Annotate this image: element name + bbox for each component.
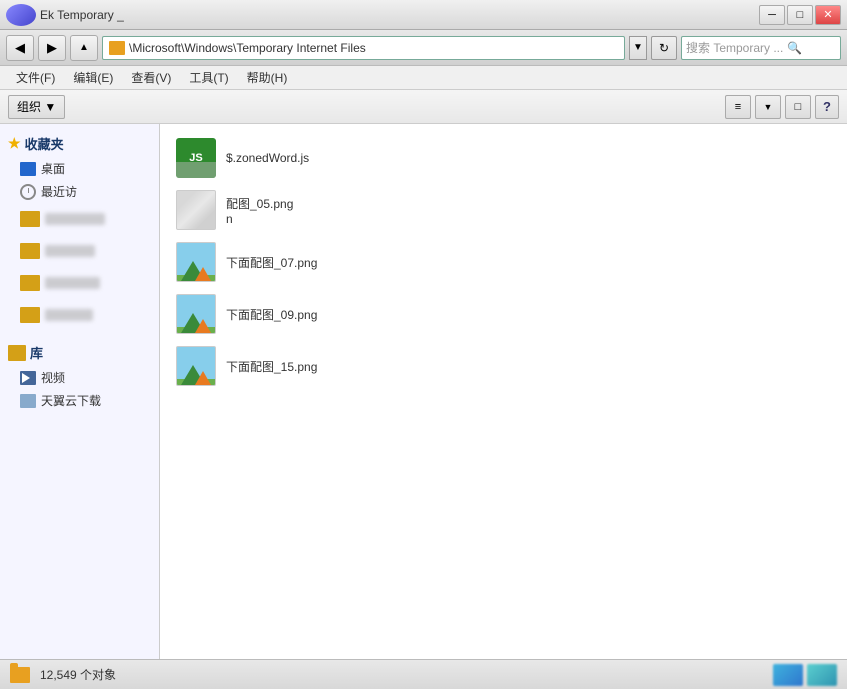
title-bar-buttons: ─ □ ✕ — [759, 5, 841, 25]
menu-file[interactable]: 文件(F) — [8, 67, 63, 88]
blurred-item-4 — [0, 299, 159, 331]
blurred-folder-icon-2 — [20, 243, 40, 259]
video-icon — [20, 371, 36, 385]
blurred-item-1 — [0, 203, 159, 235]
png-blurred-icon — [176, 190, 216, 230]
menu-tools[interactable]: 工具(T) — [181, 67, 236, 88]
menu-view[interactable]: 查看(V) — [123, 67, 179, 88]
window-icon: □ — [795, 101, 802, 113]
view-dropdown-icon: ▼ — [764, 102, 773, 112]
view-dropdown-button[interactable]: ▼ — [755, 95, 781, 119]
list-item[interactable]: JS $.zonedWord.js — [160, 132, 847, 184]
blurred-text-1 — [45, 213, 105, 225]
minimize-button[interactable]: ─ — [759, 5, 785, 25]
toolbar-right: ≡ ▼ □ ? — [725, 95, 839, 119]
blurred-folder-icon-1 — [20, 211, 40, 227]
sidebar-item-video[interactable]: 视频 — [0, 366, 159, 389]
refresh-button[interactable]: ↻ — [651, 36, 677, 60]
blurred-text-3 — [45, 277, 100, 289]
tianyi-icon — [20, 394, 36, 408]
help-icon: ? — [823, 99, 831, 114]
title-bar-text: Ek Temporary _ — [40, 8, 124, 22]
maximize-button[interactable]: □ — [787, 5, 813, 25]
blurred-item-3 — [0, 267, 159, 299]
back-button[interactable]: ◀ — [6, 35, 34, 61]
organize-button[interactable]: 组织 ▼ — [8, 95, 65, 119]
sidebar-item-desktop[interactable]: 桌面 — [0, 157, 159, 180]
library-label: 库 — [30, 343, 43, 362]
status-folder-icon — [10, 667, 30, 683]
sidebar: ★ 收藏夹 桌面 最近访 — [0, 124, 160, 659]
view-icon: ≡ — [735, 101, 741, 113]
view-toggle-button[interactable]: ≡ — [725, 95, 751, 119]
blurred-folder-icon-3 — [20, 275, 40, 291]
favorites-header[interactable]: ★ 收藏夹 — [0, 130, 159, 157]
menu-edit[interactable]: 编辑(E) — [65, 67, 121, 88]
image-thumbnail — [176, 346, 216, 386]
window-icon — [6, 4, 36, 26]
search-placeholder: 搜索 Temporary ... — [686, 39, 783, 56]
toolbar: 组织 ▼ ≡ ▼ □ ? — [0, 90, 847, 124]
status-icon-teal — [807, 664, 837, 686]
favorites-label: 收藏夹 — [25, 134, 64, 153]
desktop-icon — [20, 162, 36, 176]
main-content: ★ 收藏夹 桌面 最近访 — [0, 124, 847, 659]
title-bar: Ek Temporary _ ─ □ ✕ — [0, 0, 847, 30]
library-header[interactable]: 库 — [0, 339, 159, 366]
js-label: JS — [189, 152, 202, 164]
file-name: $.zonedWord.js — [226, 151, 309, 165]
organize-label: 组织 ▼ — [17, 98, 56, 115]
path-folder-icon — [109, 41, 125, 55]
blurred-item-2 — [0, 235, 159, 267]
blurred-text-4 — [45, 309, 93, 321]
list-item[interactable]: 下面配图_15.png — [160, 340, 847, 392]
file-name: 下面配图_15.png — [226, 358, 317, 375]
recent-label: 最近访 — [41, 183, 77, 200]
video-label: 视频 — [41, 369, 65, 386]
sidebar-item-tianyi[interactable]: 天翼云下载 — [0, 389, 159, 412]
image-thumbnail — [176, 294, 216, 334]
window-button[interactable]: □ — [785, 95, 811, 119]
file-panel[interactable]: JS $.zonedWord.js 配图_05.png n 下面配图_07.pn… — [160, 124, 847, 659]
recent-icon — [20, 184, 36, 200]
sidebar-separator — [0, 331, 159, 339]
image-thumbnail — [176, 242, 216, 282]
up-button[interactable]: ▲ — [70, 35, 98, 61]
help-button[interactable]: ? — [815, 95, 839, 119]
file-name: 配图_05.png n — [226, 195, 293, 226]
desktop-label: 桌面 — [41, 160, 65, 177]
status-bar: 12,549 个对象 — [0, 659, 847, 689]
tianyi-label: 天翼云下载 — [41, 392, 101, 409]
address-bar: ◀ ▶ ▲ \Microsoft\Windows\Temporary Inter… — [0, 30, 847, 66]
list-item[interactable]: 下面配图_09.png — [160, 288, 847, 340]
file-name: 下面配图_07.png — [226, 254, 317, 271]
file-name: 下面配图_09.png — [226, 306, 317, 323]
blurred-text-2 — [45, 245, 95, 257]
library-icon — [8, 345, 26, 361]
address-text: \Microsoft\Windows\Temporary Internet Fi… — [129, 41, 366, 55]
status-right — [773, 664, 837, 686]
menu-bar: 文件(F) 编辑(E) 查看(V) 工具(T) 帮助(H) — [0, 66, 847, 90]
js-file-icon: JS — [176, 138, 216, 178]
list-item[interactable]: 下面配图_07.png — [160, 236, 847, 288]
address-dropdown[interactable]: ▼ — [629, 36, 647, 60]
sidebar-item-recent[interactable]: 最近访 — [0, 180, 159, 203]
status-icon-blue — [773, 664, 803, 686]
blurred-folder-icon-4 — [20, 307, 40, 323]
list-item[interactable]: 配图_05.png n — [160, 184, 847, 236]
forward-button[interactable]: ▶ — [38, 35, 66, 61]
search-box[interactable]: 搜索 Temporary ... 🔍 — [681, 36, 841, 60]
menu-help[interactable]: 帮助(H) — [239, 67, 296, 88]
search-icon: 🔍 — [787, 41, 802, 55]
close-button[interactable]: ✕ — [815, 5, 841, 25]
favorites-star-icon: ★ — [8, 135, 21, 152]
address-field[interactable]: \Microsoft\Windows\Temporary Internet Fi… — [102, 36, 625, 60]
title-bar-left: Ek Temporary _ — [6, 4, 124, 26]
status-count: 12,549 个对象 — [40, 666, 116, 683]
